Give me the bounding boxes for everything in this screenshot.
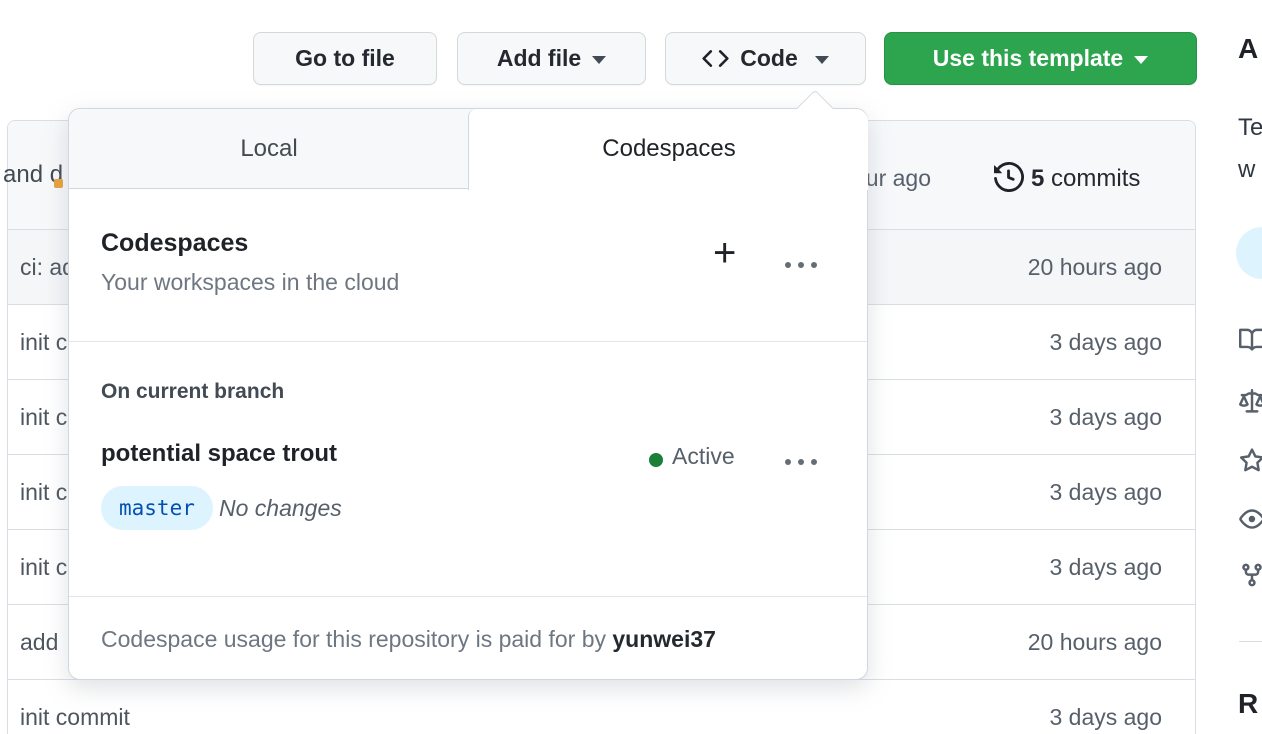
table-row[interactable]: init commit 3 days ago <box>8 679 1195 734</box>
star-icon[interactable] <box>1239 448 1262 474</box>
code-icon <box>702 50 729 67</box>
row-commit-time[interactable]: 3 days ago <box>1049 404 1162 431</box>
row-commit-time[interactable]: 3 days ago <box>1049 479 1162 506</box>
row-commit-time[interactable]: 3 days ago <box>1049 329 1162 356</box>
new-codespace-button[interactable]: + <box>713 233 736 273</box>
usage-footer-owner: yunwei37 <box>612 626 716 652</box>
sidebar-divider <box>1239 641 1262 642</box>
row-commit-message[interactable]: init c <box>20 404 67 431</box>
chevron-down-icon <box>1134 56 1149 64</box>
row-commit-time[interactable]: 20 hours ago <box>1028 254 1162 281</box>
usage-footer-text: Codespace usage for this repository is p… <box>101 626 613 652</box>
use-this-template-label: Use this template <box>932 45 1124 71</box>
row-commit-message[interactable]: init c <box>20 554 67 581</box>
go-to-file-label: Go to file <box>295 45 395 71</box>
codespaces-title: Codespaces <box>101 229 249 257</box>
tab-codespaces[interactable]: Codespaces <box>469 109 869 189</box>
use-this-template-button[interactable]: Use this template <box>884 32 1197 85</box>
repo-description-line2: w <box>1238 156 1256 183</box>
row-commit-message[interactable]: init c <box>20 329 67 356</box>
repo-description-line1: Te <box>1238 114 1262 141</box>
section-divider <box>69 596 867 597</box>
row-commit-time[interactable]: 20 hours ago <box>1028 629 1162 656</box>
row-commit-time[interactable]: 3 days ago <box>1049 704 1162 731</box>
on-current-branch-label: On current branch <box>101 380 285 403</box>
active-status-label: Active <box>672 443 735 469</box>
row-commit-message[interactable]: ci: ad <box>20 254 75 281</box>
chevron-down-icon <box>814 56 829 64</box>
codespaces-subtitle: Your workspaces in the cloud <box>101 269 400 295</box>
commits-label: commits <box>1044 165 1141 192</box>
codespace-kebab-menu[interactable] <box>785 459 817 465</box>
go-to-file-button[interactable]: Go to file <box>253 32 437 85</box>
row-commit-message[interactable]: add <box>20 629 58 656</box>
branch-badge: master <box>101 486 213 530</box>
section-divider <box>69 341 867 342</box>
dropdown-tabs: Local Codespaces <box>69 109 869 190</box>
book-icon[interactable] <box>1239 327 1262 353</box>
fork-icon[interactable] <box>1239 562 1262 588</box>
changes-status: No changes <box>219 495 342 521</box>
tab-local[interactable]: Local <box>69 109 469 189</box>
commits-count-link[interactable]: 5 commits <box>1031 165 1140 193</box>
chevron-down-icon <box>592 56 607 64</box>
commits-number: 5 <box>1031 165 1045 192</box>
code-label: Code <box>740 45 798 71</box>
releases-heading: R <box>1238 688 1259 719</box>
eye-icon[interactable] <box>1239 506 1262 532</box>
row-commit-time[interactable]: 3 days ago <box>1049 554 1162 581</box>
add-file-label: Add file <box>496 45 582 71</box>
active-status-dot <box>649 453 663 467</box>
codespaces-kebab-menu[interactable] <box>785 262 817 268</box>
row-commit-message[interactable]: init c <box>20 479 67 506</box>
history-icon <box>994 162 1024 192</box>
row-commit-message[interactable]: init commit <box>20 704 130 731</box>
usage-footer: Codespace usage for this repository is p… <box>101 626 716 653</box>
about-heading: A <box>1238 33 1259 64</box>
add-file-button[interactable]: Add file <box>457 32 646 85</box>
topic-badge[interactable] <box>1236 227 1262 279</box>
code-button[interactable]: Code <box>665 32 866 85</box>
commit-emoji-fragment <box>54 179 63 188</box>
code-dropdown-panel: Local Codespaces Codespaces Your workspa… <box>68 89 869 680</box>
law-icon[interactable] <box>1239 389 1262 415</box>
codespace-name[interactable]: potential space trout <box>101 440 337 468</box>
